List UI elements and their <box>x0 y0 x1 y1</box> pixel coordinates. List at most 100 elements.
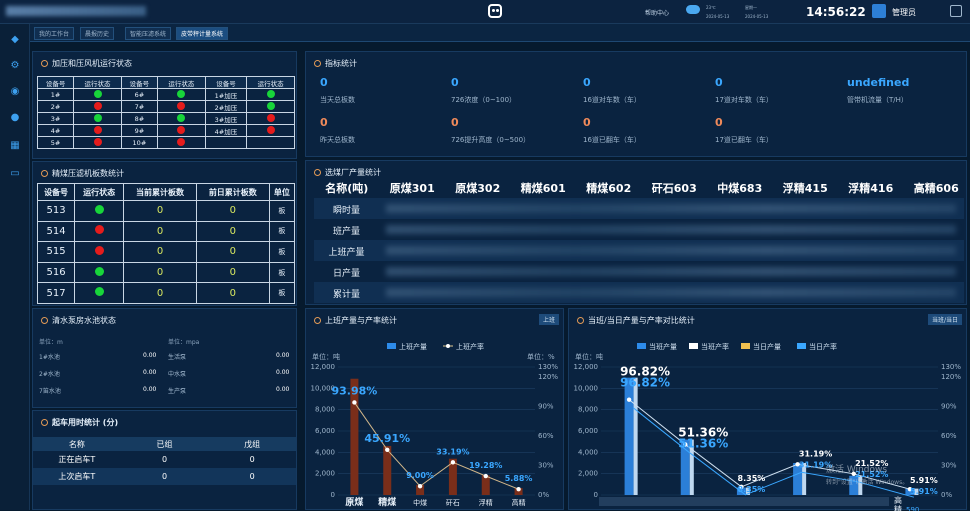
water-unit-right: 单位：mpa <box>168 339 200 346</box>
y2-tick: 60% <box>538 432 554 440</box>
filter-cell: 0 <box>123 220 197 243</box>
gauge-icon[interactable]: ◉ <box>9 86 21 98</box>
status-dot <box>93 101 102 110</box>
start-cell: 0 <box>161 455 168 464</box>
status-dot <box>266 113 275 122</box>
y-tick: 0 <box>594 491 598 499</box>
water-value: 0.00 <box>143 369 157 376</box>
rate-point <box>352 400 357 405</box>
tab-filter-system[interactable]: 智能压滤系统 <box>125 27 172 40</box>
pump-label: 中水泵 <box>168 371 187 378</box>
filter-cell: 板 <box>268 261 296 284</box>
water-label: 7笛水池 <box>39 388 61 395</box>
legend-label: 当日产率 <box>809 342 837 351</box>
data-label: 9.00% <box>406 471 434 480</box>
status-dot <box>177 89 186 98</box>
status-dot <box>94 287 104 297</box>
legend-label: 当日产量 <box>753 342 781 351</box>
x-tick: 矸石 <box>446 499 460 507</box>
y-tick: 8,000 <box>578 406 598 414</box>
x-tick: 原煤 <box>345 496 363 508</box>
index-stat: 0 昨天总板数 <box>320 116 355 144</box>
y-tick: 12,000 <box>574 363 599 371</box>
y2-tick: 120% <box>538 373 558 381</box>
help-center-link[interactable]: 帮助中心 <box>645 8 669 17</box>
panel-icon <box>41 317 48 324</box>
index-title: 指标统计 <box>325 59 357 68</box>
press-title: 加压和压风机运行状态 <box>52 59 132 68</box>
filter-header: 当前累计板数 <box>123 183 197 201</box>
chart-icon[interactable]: ▦ <box>9 140 21 152</box>
status-dot <box>94 204 104 214</box>
data-label: 96.82% <box>620 376 670 390</box>
press-panel: 加压和压风机运行状态 设备号 运行状态 设备号 运行状态 设备号 运行状态 1# 6# 1#加压… <box>32 51 297 159</box>
filter-header: 设备号 <box>36 183 76 201</box>
y2-tick: 130% <box>941 363 961 371</box>
filter-table: 设备号 运行状态 当前累计板数 前日累计板数 单位 513 0 0 板 514 0 0 板 515 0 0 板 5… <box>36 183 296 304</box>
device-cell: 8# <box>120 112 159 125</box>
device-cell: 4# <box>36 124 75 137</box>
device-cell: 2# <box>36 100 75 113</box>
legend-swatch <box>797 343 806 349</box>
data-label: 93.98% <box>332 384 378 397</box>
status-dot <box>266 89 275 98</box>
status-dot <box>266 125 275 134</box>
pump-value: 0.00 <box>276 369 290 376</box>
logout-icon[interactable] <box>950 5 962 17</box>
settings-icon[interactable]: ⚙ <box>9 60 21 72</box>
table-row: 正在启车T 0 0 <box>33 451 296 468</box>
chart1-panel: 上班产量与产率统计 上班 上班产量 上班产率 单位：吨 单位：% 0 2,000 4,000… <box>305 308 564 510</box>
tab-morning-history[interactable]: 晨报历史 <box>80 27 115 40</box>
press-header: 设备号 <box>120 76 159 89</box>
y-tick: 2,000 <box>315 470 335 478</box>
y2-tick: 0% <box>538 491 549 499</box>
panel-icon <box>314 169 321 176</box>
data-label: 5.91% <box>910 487 938 496</box>
filter-cell: 0 <box>195 200 270 222</box>
device-cell: 10# <box>120 136 159 149</box>
start-header: 戊组 <box>244 439 261 449</box>
y2-tick: 130% <box>538 363 558 371</box>
index-panel: 指标统计 0 当天总板数 0 726浓度（0~100） 0 16道对车数（车） 0 17道对车… <box>305 51 967 157</box>
x-tick: 高 <box>894 495 902 505</box>
filter-cell: 0 <box>123 241 197 263</box>
device-cell: 6# <box>120 88 159 101</box>
date: 2024-05-13 <box>745 14 769 19</box>
table-row: 515 0 0 板 <box>36 241 296 263</box>
status-dot <box>94 245 104 255</box>
blurred-values <box>386 204 956 213</box>
tab-workbench[interactable]: 我的工作台 <box>34 27 75 40</box>
user-name[interactable]: 管理员 <box>892 7 916 18</box>
index-stat: undefined 管带机流量（T/H） <box>847 76 910 104</box>
layers-icon[interactable]: ◆ <box>9 34 21 46</box>
panel-icon <box>41 170 48 177</box>
y2-tick: 120% <box>941 373 961 381</box>
start-cell: 正在启车T <box>58 455 96 464</box>
bar <box>481 475 490 495</box>
pump-label: 生产泵 <box>168 388 187 395</box>
device-cell: 3#加压 <box>204 112 248 125</box>
prod-row-label: 日产量 <box>332 269 360 279</box>
legend-swatch <box>387 343 396 349</box>
data-label: 45.91% <box>364 432 410 445</box>
prod-row-label: 上班产量 <box>328 248 365 258</box>
blurred-values <box>386 288 956 297</box>
index-stat: 0 当天总板数 <box>320 76 355 104</box>
user-avatar-icon[interactable] <box>872 4 886 18</box>
prod-title: 选煤厂产量统计 <box>325 168 381 177</box>
prod-row-label: 瞬时量 <box>332 206 360 216</box>
weather-temp: 23℃ <box>706 5 716 10</box>
top-bar: 帮助中心 23℃ 2024-05-13 星期一 2024-05-13 14:56… <box>0 0 970 24</box>
y2-tick: 60% <box>941 432 957 440</box>
legend-label: 当班产量 <box>649 342 677 351</box>
filter-cell: 513 <box>36 200 76 222</box>
tab-belt-scale[interactable]: 皮带秤计量系统 <box>176 27 229 40</box>
monitor-icon[interactable]: ▭ <box>9 168 21 180</box>
y-tick: 2,000 <box>578 470 598 478</box>
pump-label: 生活泵 <box>168 354 187 361</box>
person-icon[interactable]: ● <box>9 112 21 124</box>
filter-cell: 板 <box>268 200 296 222</box>
prod-header: 矸石603 <box>651 182 697 195</box>
water-value: 0.00 <box>143 352 157 359</box>
robot-icon[interactable] <box>488 4 502 18</box>
